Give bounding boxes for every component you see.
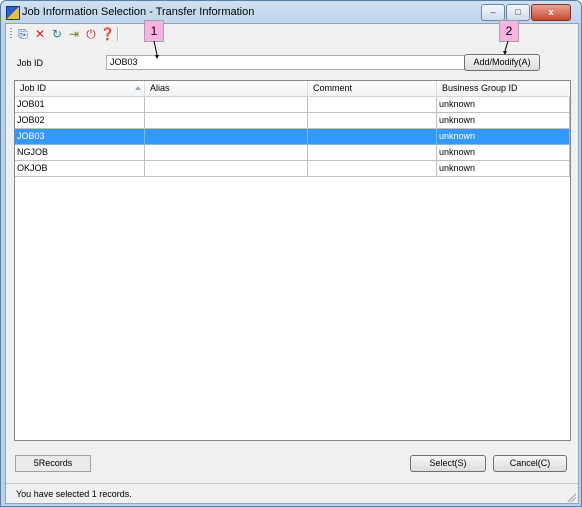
maximize-icon: □ xyxy=(515,7,521,17)
table-row[interactable]: NGJOB unknown xyxy=(15,145,570,161)
help-icon[interactable]: ❓ xyxy=(100,27,115,41)
table-cell-business-group-id: unknown xyxy=(437,129,570,145)
status-bar: You have selected 1 records. xyxy=(6,483,578,504)
maximize-button[interactable]: □ xyxy=(506,4,530,21)
table-cell-job-id: JOB02 xyxy=(15,113,145,129)
column-header-business-group-id[interactable]: Business Group ID xyxy=(437,81,570,96)
table-cell-job-id: OKJOB xyxy=(15,161,145,177)
table-cell-alias xyxy=(145,97,308,113)
sort-ascending-icon xyxy=(135,86,141,90)
table-row[interactable]: JOB02 unknown xyxy=(15,113,570,129)
close-button[interactable]: x xyxy=(531,4,571,21)
column-header-label: Job ID xyxy=(20,83,47,93)
resize-grip[interactable] xyxy=(567,493,576,502)
callout-marker-1: 1 xyxy=(144,20,164,42)
table-cell-business-group-id: unknown xyxy=(437,145,570,161)
title-bar[interactable]: Job Information Selection - Transfer Inf… xyxy=(1,1,581,23)
status-message: You have selected 1 records. xyxy=(16,489,132,499)
table-header: Job ID Alias Comment Business Group ID xyxy=(15,81,570,97)
close-icon: x xyxy=(548,7,554,17)
copy-icon[interactable]: ⎘ xyxy=(16,27,30,41)
toolbar: ⎘ ✕ ↻ ⇥ ⏻ ❓ xyxy=(6,24,578,44)
record-count: 5Records xyxy=(15,455,91,472)
table-cell-job-id: JOB03 xyxy=(15,129,145,145)
dialog-client-area: ⎘ ✕ ↻ ⇥ ⏻ ❓ Job ID Add/Modify(A) Job ID … xyxy=(5,23,579,504)
table-cell-comment xyxy=(308,113,437,129)
column-header-comment[interactable]: Comment xyxy=(308,81,437,96)
table-cell-comment xyxy=(308,145,437,161)
job-table: Job ID Alias Comment Business Group ID J… xyxy=(14,80,571,441)
window-controls: – □ x xyxy=(481,4,571,21)
toolbar-grip[interactable] xyxy=(10,28,12,40)
table-row[interactable]: OKJOB unknown xyxy=(15,161,570,177)
minimize-icon: – xyxy=(490,7,496,17)
toolbar-separator xyxy=(117,27,119,41)
table-cell-business-group-id: unknown xyxy=(437,97,570,113)
power-icon[interactable]: ⏻ xyxy=(84,27,98,41)
table-cell-comment xyxy=(308,97,437,113)
table-cell-comment xyxy=(308,129,437,145)
select-button[interactable]: Select(S) xyxy=(410,455,486,472)
table-cell-alias xyxy=(145,145,308,161)
table-cell-job-id: JOB01 xyxy=(15,97,145,113)
table-row[interactable]: JOB03 unknown xyxy=(15,129,570,145)
column-header-alias[interactable]: Alias xyxy=(145,81,308,96)
dialog-window: Job Information Selection - Transfer Inf… xyxy=(0,0,582,507)
window-title: Job Information Selection - Transfer Inf… xyxy=(22,6,255,18)
table-cell-alias xyxy=(145,161,308,177)
callout-marker-2: 2 xyxy=(499,20,519,42)
table-cell-business-group-id: unknown xyxy=(437,113,570,129)
column-header-job-id[interactable]: Job ID xyxy=(15,81,145,96)
table-cell-alias xyxy=(145,129,308,145)
table-cell-business-group-id: unknown xyxy=(437,161,570,177)
minimize-button[interactable]: – xyxy=(481,4,505,21)
delete-icon[interactable]: ✕ xyxy=(33,27,47,41)
export-icon[interactable]: ⇥ xyxy=(67,27,81,41)
table-cell-job-id: NGJOB xyxy=(15,145,145,161)
job-id-input[interactable] xyxy=(106,55,466,70)
table-cell-alias xyxy=(145,113,308,129)
add-modify-button[interactable]: Add/Modify(A) xyxy=(464,54,540,71)
table-cell-comment xyxy=(308,161,437,177)
job-id-label: Job ID xyxy=(17,58,44,68)
app-icon xyxy=(6,6,20,20)
table-row[interactable]: JOB01 unknown xyxy=(15,97,570,113)
refresh-icon[interactable]: ↻ xyxy=(50,27,64,41)
cancel-button[interactable]: Cancel(C) xyxy=(493,455,567,472)
